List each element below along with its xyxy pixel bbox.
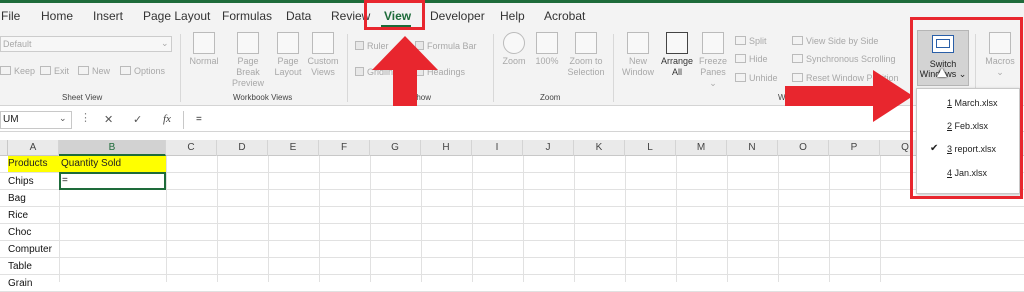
custom-views-icon	[312, 32, 334, 54]
zoom-100-button[interactable]: 100%	[531, 32, 563, 67]
column-header-a[interactable]: A	[8, 140, 59, 156]
tab-home[interactable]: Home	[41, 9, 73, 23]
column-header-o[interactable]: O	[778, 140, 829, 156]
group-divider	[347, 34, 348, 102]
column-headers: A B C D E F G H I J K L M N O P Q	[0, 140, 1024, 156]
cell-a4[interactable]: Rice	[8, 207, 28, 224]
column-header-n[interactable]: N	[727, 140, 778, 156]
insert-function-icon[interactable]: fx	[163, 113, 171, 125]
page-break-icon	[237, 32, 259, 54]
tab-file[interactable]: File	[1, 9, 20, 23]
column-header-j[interactable]: J	[523, 140, 574, 156]
tab-data[interactable]: Data	[286, 9, 311, 23]
cell-a5[interactable]: Choc	[8, 224, 31, 241]
hide-button[interactable]: Hide	[735, 54, 768, 64]
synchronous-scrolling-button[interactable]: Synchronous Scrolling	[792, 54, 896, 64]
tab-insert[interactable]: Insert	[93, 9, 123, 23]
column-header-l[interactable]: L	[625, 140, 676, 156]
unhide-button[interactable]: Unhide	[735, 73, 778, 83]
arrange-icon	[666, 32, 688, 54]
cell-b2-active[interactable]: =	[59, 172, 166, 190]
freeze-panes-button[interactable]: Freeze Panes ⌄	[696, 32, 730, 89]
exit-button[interactable]: Exit	[40, 66, 69, 76]
view-side-by-side-button[interactable]: View Side by Side	[792, 36, 878, 46]
freeze-icon	[702, 32, 724, 54]
cell-a1[interactable]: Products	[8, 156, 59, 172]
column-header-d[interactable]: D	[217, 140, 268, 156]
column-header-f[interactable]: F	[319, 140, 370, 156]
zoom-selection-icon	[575, 32, 597, 54]
tab-page-layout[interactable]: Page Layout	[143, 9, 210, 23]
highlight-view-tab	[364, 0, 425, 30]
column-header-c[interactable]: C	[166, 140, 217, 156]
drag-handle-icon[interactable]: ⋮	[80, 111, 91, 124]
enter-icon[interactable]: ✓	[133, 113, 142, 126]
cell-a8[interactable]: Grain	[8, 275, 32, 292]
name-box-value: UM	[3, 114, 19, 125]
hundred-icon	[536, 32, 558, 54]
column-header-e[interactable]: E	[268, 140, 319, 156]
up-arrow-icon	[372, 36, 438, 106]
column-header-h[interactable]: H	[421, 140, 472, 156]
formula-input-value: =	[196, 114, 202, 125]
ribbon-tabs: File Home Insert Page Layout Formulas Da…	[0, 3, 1024, 30]
options-button[interactable]: Options	[120, 66, 165, 76]
right-arrow-icon	[785, 70, 913, 122]
custom-views-button[interactable]: Custom Views	[305, 32, 341, 78]
page-break-preview-button[interactable]: Page Break Preview	[226, 32, 270, 89]
column-header-m[interactable]: M	[676, 140, 727, 156]
select-all-corner[interactable]	[0, 140, 8, 156]
name-box[interactable]: UM ⌄	[0, 111, 72, 129]
group-label-sheet-view: Sheet View	[62, 93, 103, 102]
split-button[interactable]: Split	[735, 36, 767, 46]
arrange-all-button[interactable]: Arrange All	[658, 32, 696, 78]
new-view-button[interactable]: New	[78, 66, 110, 76]
table-row: Choc	[0, 224, 1024, 241]
table-row: Bag	[0, 190, 1024, 207]
tab-formulas[interactable]: Formulas	[222, 9, 272, 23]
new-window-button[interactable]: New Window	[618, 32, 658, 78]
page-layout-button[interactable]: Page Layout	[271, 32, 305, 78]
group-divider	[613, 34, 614, 102]
group-label-zoom: Zoom	[540, 93, 561, 102]
group-label-workbook-views: Workbook Views	[233, 93, 293, 102]
table-row: Rice	[0, 207, 1024, 224]
cancel-icon[interactable]: ✕	[104, 113, 113, 126]
chevron-down-icon: ⌄	[59, 113, 67, 123]
sheet-view-value: Default	[3, 39, 32, 49]
tab-help[interactable]: Help	[500, 9, 525, 23]
keep-button[interactable]: Keep	[0, 66, 35, 76]
tab-acrobat[interactable]: Acrobat	[544, 9, 585, 23]
table-row: Products Quantity Sold	[0, 156, 1024, 173]
column-header-g[interactable]: G	[370, 140, 421, 156]
table-row: Chips =	[0, 172, 1024, 190]
group-divider	[493, 34, 494, 102]
new-window-icon	[627, 32, 649, 54]
highlight-switch-windows	[910, 17, 1023, 199]
page-layout-icon	[277, 32, 299, 54]
cell-a6[interactable]: Computer	[8, 241, 52, 258]
grid-icon	[193, 32, 215, 54]
magnifier-icon	[503, 32, 525, 54]
table-row: Table	[0, 258, 1024, 275]
cell-a2[interactable]: Chips	[8, 173, 34, 190]
cell-a7[interactable]: Table	[8, 258, 32, 275]
zoom-to-selection-button[interactable]: Zoom to Selection	[564, 32, 608, 78]
cell-b1[interactable]: Quantity Sold	[59, 156, 166, 172]
table-row: Grain	[0, 275, 1024, 292]
zoom-button[interactable]: Zoom	[498, 32, 530, 67]
tab-developer[interactable]: Developer	[430, 9, 485, 23]
column-header-b[interactable]: B	[59, 140, 166, 156]
chevron-down-icon: ⌄	[161, 38, 169, 48]
column-header-i[interactable]: I	[472, 140, 523, 156]
cell-a3[interactable]: Bag	[8, 190, 26, 207]
column-header-p[interactable]: P	[829, 140, 880, 156]
group-divider	[180, 34, 181, 102]
table-row: Computer	[0, 241, 1024, 258]
normal-view-button[interactable]: Normal	[185, 32, 223, 67]
column-header-k[interactable]: K	[574, 140, 625, 156]
sheet-view-dropdown[interactable]: Default ⌄	[0, 36, 172, 52]
